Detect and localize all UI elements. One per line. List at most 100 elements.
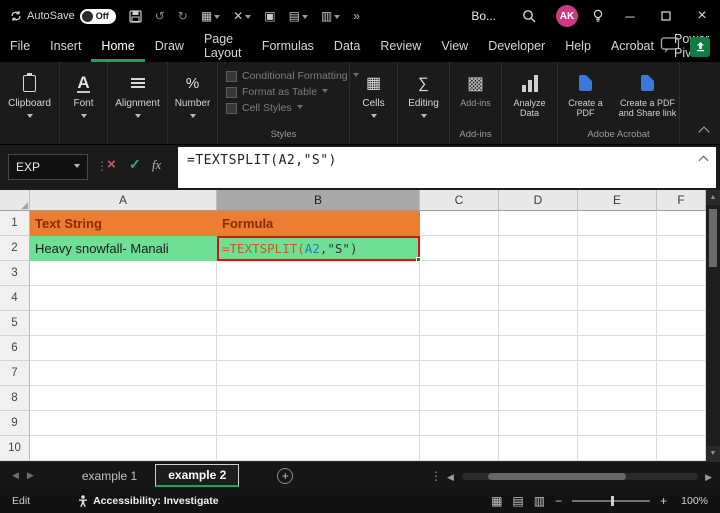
sheet-tab-example-1[interactable]: example 1 bbox=[82, 469, 137, 483]
menu-tab-data[interactable]: Data bbox=[324, 32, 370, 62]
more-commands-button[interactable]: » bbox=[353, 10, 360, 22]
cell-styles-button[interactable]: Cell Styles bbox=[226, 102, 303, 114]
zoom-slider[interactable] bbox=[572, 496, 651, 506]
ribbon-group-clipboard[interactable]: Clipboard bbox=[0, 62, 60, 144]
user-avatar[interactable]: AK bbox=[556, 5, 578, 27]
hscroll-left-icon[interactable]: ◀ bbox=[447, 472, 454, 483]
row-header-7[interactable]: 7 bbox=[0, 361, 30, 386]
cell-a2[interactable]: Heavy snowfall- Manali bbox=[30, 236, 217, 261]
qat-delete-button[interactable]: ✕ bbox=[233, 10, 252, 22]
menu-tab-help[interactable]: Help bbox=[555, 32, 601, 62]
column-header-e[interactable]: E bbox=[578, 190, 657, 211]
scroll-down-icon[interactable]: ▼ bbox=[706, 446, 720, 461]
cell-b2-editing[interactable]: =TEXTSPLIT(A2 ,"S") bbox=[217, 236, 421, 262]
qat-table-button[interactable]: ▦ bbox=[201, 10, 221, 22]
column-header-b[interactable]: B bbox=[217, 190, 420, 211]
ribbon-group-addins[interactable]: ▩ Add-ins Add-ins bbox=[450, 62, 502, 144]
zoom-slider-thumb[interactable] bbox=[611, 496, 615, 506]
zoom-level[interactable]: 100% bbox=[681, 495, 708, 507]
ribbon-group-alignment[interactable]: Alignment bbox=[108, 62, 168, 144]
ribbon-group-editing[interactable]: ∑ Editing bbox=[398, 62, 450, 144]
menu-tab-insert[interactable]: Insert bbox=[40, 32, 91, 62]
undo-button[interactable]: ↺ bbox=[155, 10, 165, 22]
select-all-button[interactable]: ◢ bbox=[0, 190, 30, 211]
confirm-entry-button[interactable]: ✓ bbox=[129, 156, 141, 173]
comments-button[interactable] bbox=[660, 36, 680, 57]
save-button[interactable] bbox=[129, 9, 142, 23]
create-pdf-button[interactable]: Create a PDF bbox=[560, 71, 612, 119]
menu-tab-page-layout[interactable]: Page Layout bbox=[194, 32, 252, 62]
ideas-button[interactable] bbox=[592, 9, 604, 23]
qat-image-button[interactable]: ▣ bbox=[264, 10, 275, 22]
name-box[interactable]: EXP bbox=[8, 154, 88, 180]
autosave-toggle[interactable]: AutoSave Off bbox=[10, 8, 116, 24]
menu-tab-file[interactable]: File bbox=[0, 32, 40, 62]
horizontal-scroll-thumb[interactable] bbox=[488, 473, 626, 480]
row-header-6[interactable]: 6 bbox=[0, 336, 30, 361]
page-break-view-icon[interactable]: ▥ bbox=[534, 495, 545, 507]
format-as-table-button[interactable]: Format as Table bbox=[226, 86, 329, 98]
insert-function-button[interactable]: fx bbox=[152, 158, 161, 173]
styles-group-label: Styles bbox=[270, 129, 297, 140]
qat-chart-button[interactable]: ▤ bbox=[289, 10, 308, 22]
vertical-scroll-thumb[interactable] bbox=[709, 209, 717, 267]
row-header-9[interactable]: 9 bbox=[0, 411, 30, 436]
menu-tab-formulas[interactable]: Formulas bbox=[252, 32, 324, 62]
cancel-entry-button[interactable]: × bbox=[107, 156, 116, 173]
vertical-scrollbar[interactable]: ▲ ▼ bbox=[706, 190, 720, 461]
font-icon: A bbox=[77, 72, 90, 93]
menu-tab-draw[interactable]: Draw bbox=[145, 32, 194, 62]
new-sheet-button[interactable]: + bbox=[277, 467, 294, 484]
column-header-f[interactable]: F bbox=[657, 190, 706, 211]
row-header-5[interactable]: 5 bbox=[0, 311, 30, 336]
menu-tab-view[interactable]: View bbox=[431, 32, 478, 62]
close-button[interactable]: × bbox=[684, 0, 720, 32]
row-header-8[interactable]: 8 bbox=[0, 386, 30, 411]
row-header-10[interactable]: 10 bbox=[0, 436, 30, 461]
row-header-4[interactable]: 4 bbox=[0, 286, 30, 311]
tab-options-icon[interactable]: ⋮ bbox=[430, 469, 442, 483]
ribbon-group-number[interactable]: % Number bbox=[168, 62, 218, 144]
conditional-formatting-button[interactable]: Conditional Formatting bbox=[226, 70, 359, 82]
horizontal-scrollbar[interactable] bbox=[462, 473, 698, 480]
collapse-formula-bar-icon[interactable] bbox=[698, 155, 709, 166]
maximize-button[interactable] bbox=[648, 0, 684, 32]
minimize-button[interactable]: ─ bbox=[612, 0, 648, 32]
autosave-label: AutoSave bbox=[27, 10, 75, 22]
qat-borders-button[interactable]: ▥ bbox=[321, 10, 341, 22]
sheet-nav-right-icon[interactable]: ▶ bbox=[27, 470, 34, 481]
column-header-c[interactable]: C bbox=[420, 190, 499, 211]
redo-button[interactable]: ↻ bbox=[178, 10, 188, 22]
column-header-a[interactable]: A bbox=[30, 190, 217, 211]
sheet-tab-example-2[interactable]: example 2 bbox=[155, 464, 240, 487]
row-header-3[interactable]: 3 bbox=[0, 261, 30, 286]
column-header-d[interactable]: D bbox=[499, 190, 578, 211]
zoom-in-button[interactable]: + bbox=[660, 494, 667, 508]
menu-tab-home[interactable]: Home bbox=[91, 32, 145, 62]
ribbon-group-cells[interactable]: ▦ Cells bbox=[350, 62, 398, 144]
accessibility-checker[interactable]: Accessibility: Investigate bbox=[78, 495, 219, 507]
collapse-ribbon-icon[interactable] bbox=[698, 126, 710, 138]
search-button[interactable] bbox=[522, 9, 536, 23]
menu-tab-acrobat[interactable]: Acrobat bbox=[601, 32, 664, 62]
zoom-out-button[interactable]: − bbox=[555, 494, 562, 508]
autosave-switch[interactable]: Off bbox=[79, 8, 116, 24]
create-pdf-share-button[interactable]: Create a PDF and Share link bbox=[618, 71, 678, 119]
chevron-down-icon bbox=[420, 114, 427, 121]
fill-handle[interactable] bbox=[416, 257, 421, 262]
menu-tab-review[interactable]: Review bbox=[370, 32, 431, 62]
ribbon-group-analyze-data[interactable]: Analyze Data bbox=[502, 62, 558, 144]
ribbon-group-font[interactable]: A Font bbox=[60, 62, 108, 144]
menu-tab-developer[interactable]: Developer bbox=[478, 32, 555, 62]
share-button[interactable] bbox=[690, 36, 710, 57]
page-layout-view-icon[interactable]: ▤ bbox=[512, 495, 523, 507]
formula-input[interactable]: =TEXTSPLIT(A2,"S") bbox=[178, 147, 716, 188]
cell-b1[interactable]: Formula bbox=[217, 211, 420, 236]
cell-a1[interactable]: Text String bbox=[30, 211, 217, 236]
row-header-1[interactable]: 1 bbox=[0, 211, 30, 236]
row-header-2[interactable]: 2 bbox=[0, 236, 30, 261]
sheet-nav-left-icon[interactable]: ◀ bbox=[12, 470, 19, 481]
hscroll-right-icon[interactable]: ▶ bbox=[705, 472, 712, 483]
normal-view-icon[interactable]: ▦ bbox=[491, 495, 502, 507]
scroll-up-icon[interactable]: ▲ bbox=[706, 190, 720, 205]
